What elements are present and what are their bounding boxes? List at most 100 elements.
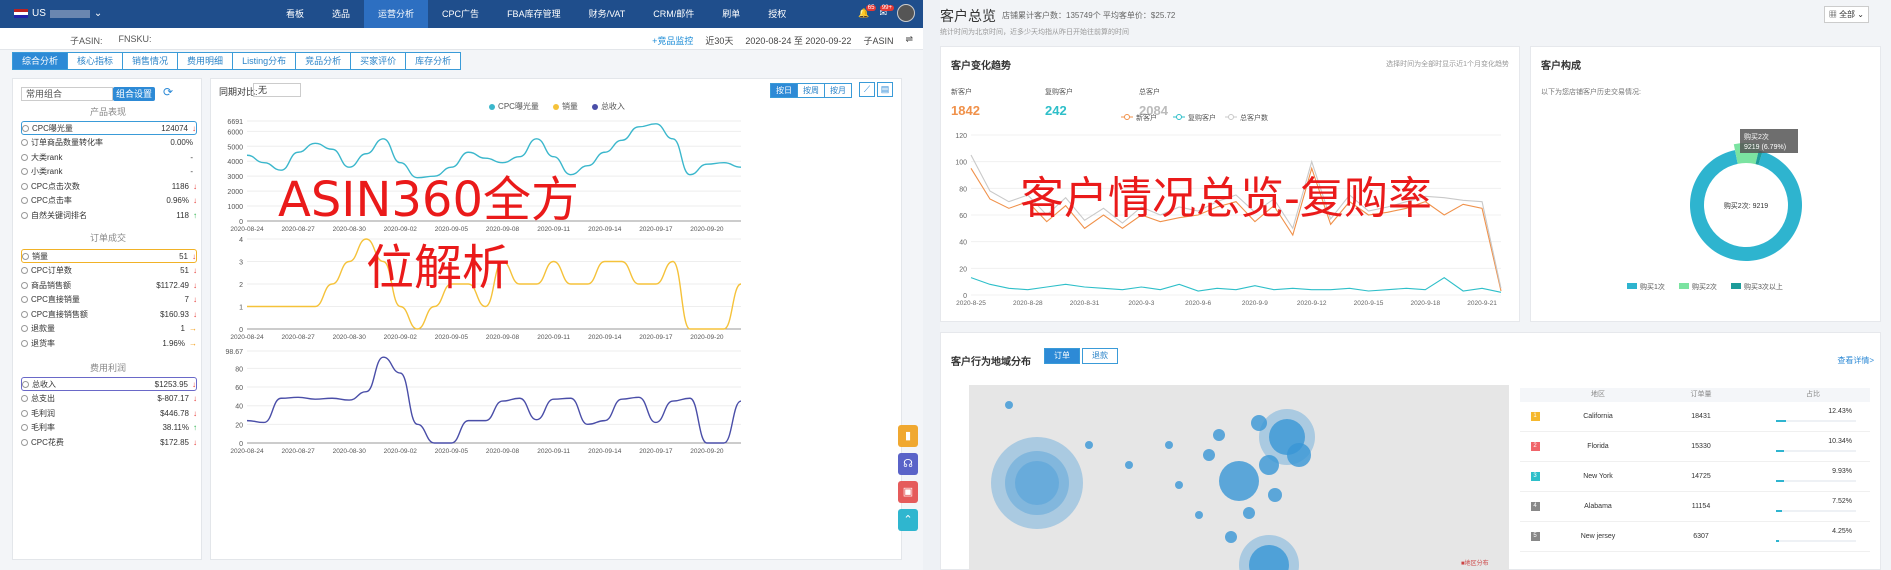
bookmark-icon[interactable]: ▮ [898,425,918,447]
nav-item-3[interactable]: CPC广告 [428,0,493,28]
table-row[interactable]: 1 California 18431 12.43% [1520,402,1870,432]
radio-icon[interactable] [21,182,28,190]
metric-row[interactable]: CPC点击率 0.96% ↓ [21,194,197,208]
radio-icon[interactable] [22,380,29,388]
metric-row[interactable]: CPC花费 $172.85 ↓ [21,435,197,449]
nav-item-6[interactable]: CRM/邮件 [639,0,708,28]
radio-icon[interactable] [21,197,28,204]
geo-tab-1[interactable]: 退款 [1082,348,1118,364]
metric-row[interactable]: 大类rank - [21,150,197,164]
message-icon[interactable]: ✉ 99+ [879,4,894,19]
us-map[interactable] [969,385,1509,570]
combo-settings-button[interactable]: 组合设置 [113,87,155,101]
range-select[interactable]: 近30天 [705,34,733,47]
metric-row[interactable]: 自然关键词排名 118 ↑ [21,208,197,222]
metric-row[interactable]: CPC直接销售额 $160.93 ↓ [21,307,197,321]
map-bubble[interactable] [1005,401,1013,409]
tab-1[interactable]: 核心指标 [67,52,124,70]
table-row[interactable]: 3 New York 14725 9.93% [1520,462,1870,492]
radio-icon[interactable] [22,252,29,260]
map-bubble[interactable] [1085,441,1093,449]
tab-5[interactable]: 竞品分析 [295,52,352,70]
radio-icon[interactable] [21,281,28,289]
metric-row[interactable]: 订单商品数量转化率 0.00% [21,136,197,150]
metric-row[interactable]: 退货率 1.96% → [21,336,197,350]
nav-item-4[interactable]: FBA库存管理 [493,0,575,28]
table-row[interactable]: 4 Alabama 11154 7.52% [1520,492,1870,522]
store-selector[interactable]: US ⌄ [14,8,102,19]
child-asin-label[interactable]: 子ASIN: [70,34,103,47]
combo-select[interactable]: 常用组合 [21,87,113,101]
tab-0[interactable]: 综合分析 [12,52,69,70]
nav-item-5[interactable]: 财务/VAT [575,0,640,28]
geo-tab-0[interactable]: 订单 [1044,348,1080,364]
tab-3[interactable]: 费用明细 [177,52,234,70]
nav-item-8[interactable]: 授权 [754,0,800,28]
nav-item-1[interactable]: 选品 [318,0,364,28]
metric-row[interactable]: 小类rank - [21,165,197,179]
view-details-link[interactable]: 查看详情> [1837,355,1874,366]
map-bubble[interactable] [1175,481,1183,489]
radio-icon[interactable] [21,339,28,347]
radio-icon[interactable] [21,325,28,332]
metric-row[interactable]: 退款量 1 → [21,322,197,336]
metric-row[interactable]: 总支出 $-807.17 ↓ [21,392,197,406]
radio-icon[interactable] [21,139,28,146]
table-row[interactable]: 2 Florida 15330 10.34% [1520,432,1870,462]
metric-row[interactable]: 总收入 $1253.95 ↓ [21,377,197,391]
refresh-icon[interactable]: ⟳ [163,85,173,99]
radio-icon[interactable] [22,124,29,132]
nav-item-0[interactable]: 看板 [272,0,318,28]
radio-icon[interactable] [21,153,28,161]
radio-icon[interactable] [21,438,28,446]
nav-item-2[interactable]: 运营分析 [364,0,429,28]
headset-icon[interactable]: ☊ [898,453,918,475]
map-bubble[interactable] [1219,461,1259,501]
map-bubble[interactable] [1165,441,1173,449]
radio-icon[interactable] [21,168,28,175]
map-bubble[interactable] [1287,443,1311,467]
map-bubble[interactable] [1195,511,1203,519]
avatar[interactable] [897,4,915,22]
metric-row[interactable]: 毛利率 38.11% ↑ [21,421,197,435]
scope-select[interactable]: ▦ 全部 ⌄ [1823,6,1869,23]
tab-6[interactable]: 买家评价 [350,52,407,70]
radio-icon[interactable] [21,424,28,431]
asin-mode-select[interactable]: 子ASIN [863,34,893,47]
metric-row[interactable]: 销量 51 ↓ [21,249,197,263]
metric-row[interactable]: CPC订单数 51 ↓ [21,264,197,278]
metric-row[interactable]: CPC曝光量 124074 ↓ [21,121,197,135]
radio-icon[interactable] [21,310,28,318]
map-bubble[interactable] [1015,461,1059,505]
nav-item-7[interactable]: 刷单 [708,0,754,28]
tab-7[interactable]: 库存分析 [405,52,462,70]
metric-row[interactable]: CPC直接销量 7 ↓ [21,293,197,307]
competitor-monitor-link[interactable]: +竞品监控 [652,34,693,47]
date-range[interactable]: 2020-08-24 至 2020-09-22 [745,34,851,47]
radio-icon[interactable] [21,395,28,402]
radio-icon[interactable] [21,296,28,303]
map-bubble[interactable] [1251,415,1267,431]
compare-icon[interactable]: ⇌ [905,34,913,47]
map-bubble[interactable] [1125,461,1133,469]
fnsku-label[interactable]: FNSKU: [119,34,152,47]
radio-icon[interactable] [21,211,28,219]
y-tick-label: 1 [239,305,243,312]
radio-icon[interactable] [21,267,28,274]
map-bubble[interactable] [1243,507,1255,519]
metric-row[interactable]: 商品销售额 $1172.49 ↓ [21,278,197,292]
radio-icon[interactable] [21,409,28,417]
tab-4[interactable]: Listing分布 [232,52,297,70]
gift-icon[interactable]: ▣ [898,481,918,503]
bell-icon[interactable]: 🔔 65 [858,4,877,19]
map-bubble[interactable] [1203,449,1215,461]
metric-row[interactable]: CPC点击次数 1186 ↓ [21,179,197,193]
metric-row[interactable]: 毛利润 $446.78 ↓ [21,406,197,420]
table-row[interactable]: 5 New jersey 6307 4.25% [1520,522,1870,552]
map-bubble[interactable] [1268,488,1282,502]
tab-2[interactable]: 销售情况 [122,52,179,70]
map-bubble[interactable] [1225,531,1237,543]
map-bubble[interactable] [1259,455,1279,475]
map-bubble[interactable] [1213,429,1225,441]
back-to-top-icon[interactable]: ⌃ [898,509,918,531]
